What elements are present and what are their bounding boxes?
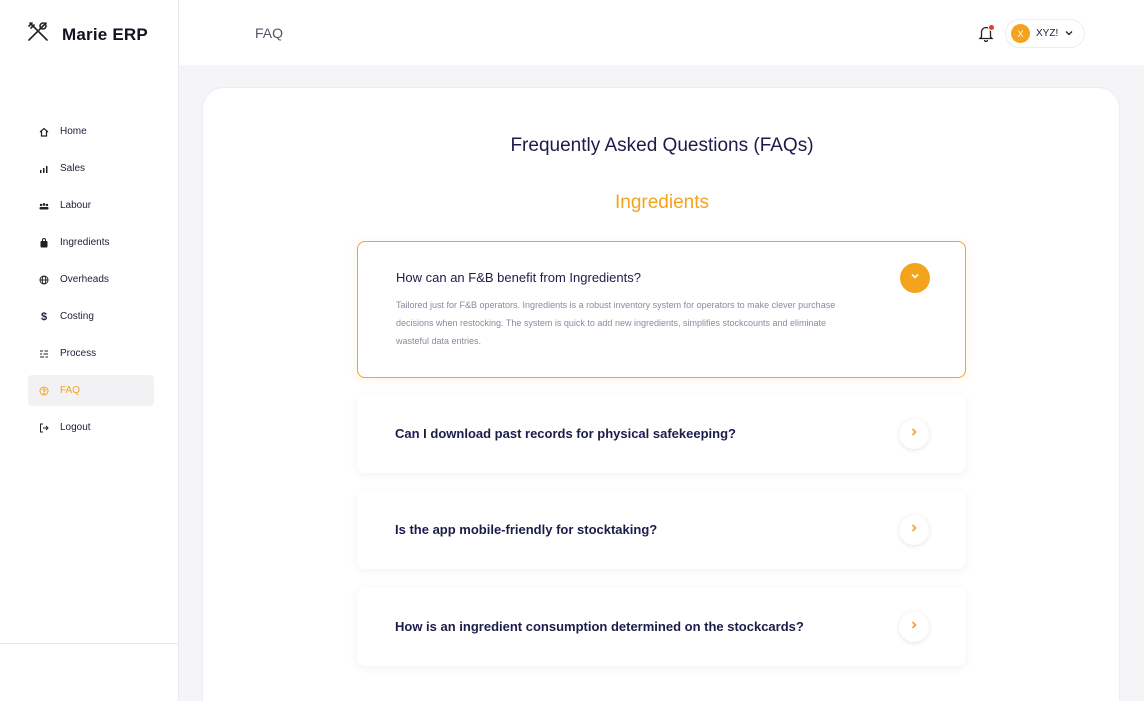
faq-item[interactable]: Is the app mobile-friendly for stocktaki… bbox=[357, 491, 966, 569]
faq-question: Is the app mobile-friendly for stocktaki… bbox=[395, 522, 658, 537]
sidebar: Marie ERP Home Sales Labour Ingredients … bbox=[0, 0, 179, 701]
globe-icon bbox=[39, 275, 49, 285]
brand-name: Marie ERP bbox=[62, 24, 148, 44]
sidebar-item-sales[interactable]: Sales bbox=[28, 153, 154, 184]
sidebar-nav: Home Sales Labour Ingredients Overheads … bbox=[28, 116, 154, 449]
sidebar-item-label: Process bbox=[60, 348, 97, 359]
bell-icon bbox=[977, 26, 995, 46]
sidebar-divider bbox=[0, 643, 179, 644]
faq-card: Frequently Asked Questions (FAQs) Ingred… bbox=[202, 87, 1120, 701]
faq-expand-button[interactable] bbox=[899, 419, 929, 449]
avatar: X bbox=[1011, 24, 1030, 43]
users-icon bbox=[39, 201, 49, 211]
sidebar-item-label: Logout bbox=[60, 422, 91, 433]
faq-question: How can an F&B benefit from Ingredients? bbox=[396, 270, 641, 285]
faq-item[interactable]: How is an ingredient consumption determi… bbox=[357, 588, 966, 666]
page-title: FAQ bbox=[255, 25, 284, 41]
logout-icon bbox=[39, 423, 49, 433]
sidebar-item-ingredients[interactable]: Ingredients bbox=[28, 227, 154, 258]
faq-heading: Frequently Asked Questions (FAQs) bbox=[510, 135, 814, 156]
chevron-right-icon bbox=[908, 618, 920, 636]
chevron-right-icon bbox=[908, 521, 920, 539]
help-circle-icon bbox=[39, 386, 49, 396]
sidebar-item-label: Costing bbox=[60, 311, 94, 322]
sidebar-item-label: Sales bbox=[60, 163, 86, 174]
chevron-down-icon bbox=[909, 269, 921, 287]
notification-badge bbox=[988, 24, 995, 31]
home-icon bbox=[39, 127, 49, 137]
chevron-down-icon bbox=[1064, 25, 1074, 43]
sidebar-item-overheads[interactable]: Overheads bbox=[28, 264, 154, 295]
faq-item-expanded[interactable]: How can an F&B benefit from Ingredients?… bbox=[357, 241, 966, 378]
user-menu-button[interactable]: X XYZ! bbox=[1005, 19, 1085, 48]
topbar: FAQ X XYZ! bbox=[179, 0, 1144, 65]
sidebar-item-label: FAQ bbox=[60, 385, 81, 396]
notification-bell-button[interactable] bbox=[977, 24, 995, 43]
sidebar-item-label: Home bbox=[60, 126, 87, 137]
list-icon bbox=[39, 349, 49, 359]
faq-collapse-button[interactable] bbox=[900, 263, 930, 293]
faq-question: Can I download past records for physical… bbox=[395, 426, 736, 441]
dollar-icon: $ bbox=[40, 310, 48, 323]
sidebar-item-label: Overheads bbox=[60, 274, 109, 285]
bag-icon bbox=[39, 237, 49, 248]
sidebar-item-labour[interactable]: Labour bbox=[28, 190, 154, 221]
sidebar-item-logout[interactable]: Logout bbox=[28, 412, 154, 443]
sidebar-item-process[interactable]: Process bbox=[28, 338, 154, 369]
sidebar-item-faq[interactable]: FAQ bbox=[28, 375, 154, 406]
chart-icon bbox=[39, 164, 49, 174]
faq-question: How is an ingredient consumption determi… bbox=[395, 619, 804, 634]
utensils-logo-icon bbox=[26, 20, 50, 49]
sidebar-item-home[interactable]: Home bbox=[28, 116, 154, 147]
chevron-right-icon bbox=[908, 425, 920, 443]
brand[interactable]: Marie ERP bbox=[26, 20, 148, 49]
faq-expand-button[interactable] bbox=[899, 515, 929, 545]
section-heading: Ingredients bbox=[614, 192, 709, 213]
sidebar-item-costing[interactable]: $ Costing bbox=[28, 301, 154, 332]
sidebar-item-label: Ingredients bbox=[60, 237, 110, 248]
user-name: XYZ! bbox=[1036, 28, 1059, 39]
faq-answer: Tailored just for F&B operators. Ingredi… bbox=[396, 300, 836, 346]
faq-item[interactable]: Can I download past records for physical… bbox=[357, 395, 966, 473]
sidebar-item-label: Labour bbox=[60, 200, 92, 211]
faq-expand-button[interactable] bbox=[899, 612, 929, 642]
